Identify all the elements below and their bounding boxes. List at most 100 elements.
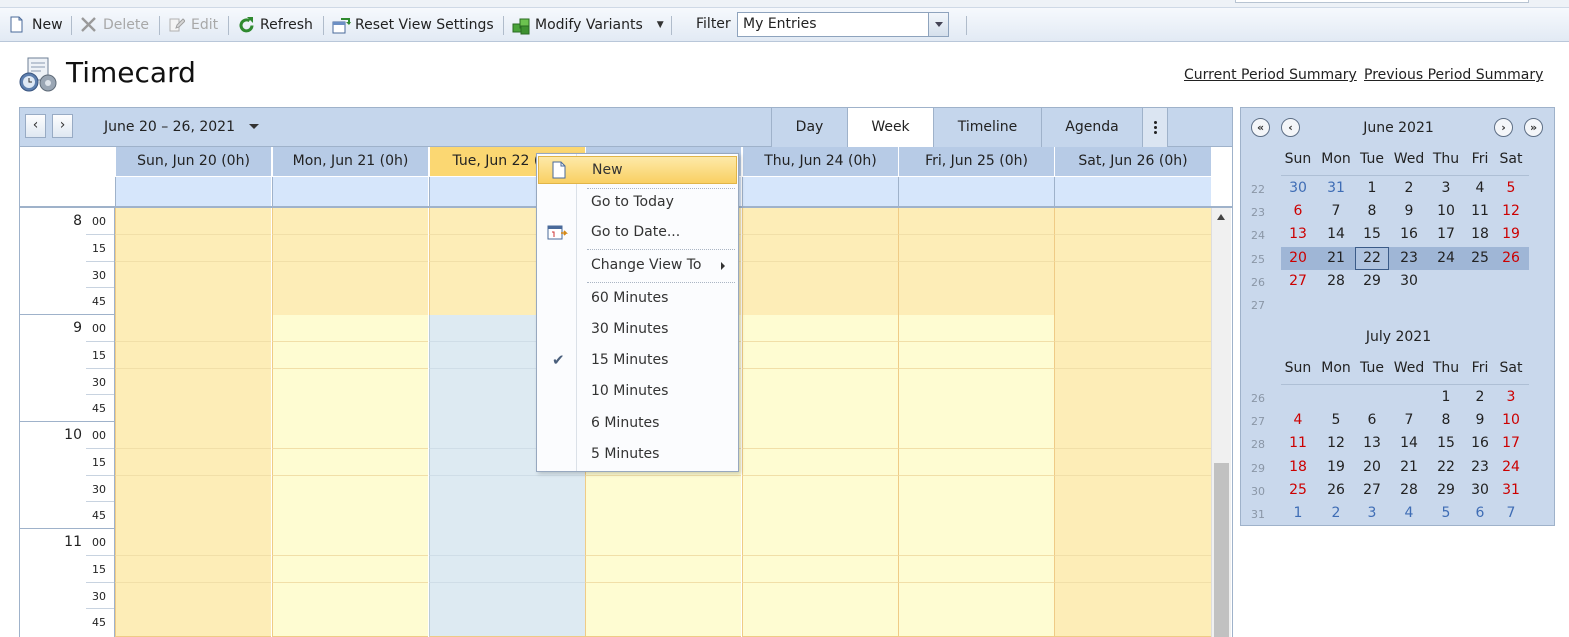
time-slot-cell[interactable] xyxy=(115,502,271,530)
week-number[interactable]: 25 xyxy=(1241,253,1265,266)
time-slot-cell[interactable] xyxy=(898,609,1054,637)
tab-timeline[interactable]: Timeline xyxy=(933,108,1041,147)
calendar-day[interactable]: 4 xyxy=(1281,409,1315,432)
calendar-day[interactable]: 30 xyxy=(1281,177,1315,200)
calendar-day[interactable]: 22 xyxy=(1355,247,1389,270)
time-slot-cell[interactable] xyxy=(1054,341,1211,369)
calendar-day[interactable]: 25 xyxy=(1463,247,1497,270)
time-slot-cell[interactable] xyxy=(742,529,898,557)
refresh-button[interactable]: Refresh xyxy=(237,8,313,41)
time-slot-cell[interactable] xyxy=(429,529,585,557)
tab-week[interactable]: Week xyxy=(847,108,933,147)
calendar-day[interactable]: 19 xyxy=(1494,223,1528,246)
time-slot-cell[interactable] xyxy=(115,475,271,503)
calendar-day[interactable]: 26 xyxy=(1319,479,1353,502)
filter-select[interactable]: My Entries xyxy=(737,12,949,37)
date-range-label[interactable]: June 20 – 26, 2021 xyxy=(104,119,235,135)
menu-item-go-to-today[interactable]: Go to Today xyxy=(538,189,737,217)
time-slot-cell[interactable] xyxy=(272,555,428,583)
time-slot-cell[interactable] xyxy=(1054,502,1211,530)
time-slot-cell[interactable] xyxy=(898,529,1054,557)
time-slot-cell[interactable] xyxy=(1054,395,1211,423)
time-slot-cell[interactable] xyxy=(272,288,428,316)
calendar-day[interactable]: 20 xyxy=(1281,247,1315,270)
calendar-day[interactable]: 15 xyxy=(1355,223,1389,246)
time-slot-cell[interactable] xyxy=(742,234,898,262)
previous-week-button[interactable]: ‹ xyxy=(25,114,46,138)
time-slot-cell[interactable] xyxy=(1054,368,1211,396)
time-slot-cell[interactable] xyxy=(272,261,428,289)
calendar-day[interactable]: 18 xyxy=(1281,456,1315,479)
time-slot-cell[interactable] xyxy=(115,341,271,369)
calendar-day[interactable]: 22 xyxy=(1429,456,1463,479)
top-search-box[interactable] xyxy=(1235,0,1529,3)
time-slot-cell[interactable] xyxy=(898,315,1054,343)
time-slot-cell[interactable] xyxy=(115,395,271,423)
time-slot-cell[interactable] xyxy=(272,315,428,343)
week-number[interactable]: 24 xyxy=(1241,229,1265,242)
time-slot-cell[interactable] xyxy=(1054,582,1211,610)
calendar-day[interactable]: 16 xyxy=(1392,223,1426,246)
calendar-day[interactable]: 14 xyxy=(1392,432,1426,455)
calendar-day[interactable]: 4 xyxy=(1463,177,1497,200)
time-slot-cell[interactable] xyxy=(1054,288,1211,316)
time-slot-cell[interactable] xyxy=(898,341,1054,369)
calendar-day[interactable]: 6 xyxy=(1281,200,1315,223)
menu-item-10-minutes[interactable]: 10 Minutes xyxy=(538,378,737,406)
time-slot-cell[interactable] xyxy=(585,609,741,637)
vertical-scrollbar[interactable] xyxy=(1211,208,1231,637)
time-slot-cell[interactable] xyxy=(115,315,271,343)
new-button[interactable]: New xyxy=(9,8,63,41)
calendar-day[interactable]: 12 xyxy=(1494,200,1528,223)
modify-variants-button[interactable]: Modify Variants ▼ xyxy=(512,8,664,41)
calendar-day[interactable]: 23 xyxy=(1392,247,1426,270)
calendar-day[interactable]: 1 xyxy=(1355,177,1389,200)
calendar-day[interactable]: 17 xyxy=(1494,432,1528,455)
time-slot-cell[interactable] xyxy=(429,502,585,530)
week-number[interactable]: 28 xyxy=(1241,438,1265,451)
scroll-up-arrow-icon[interactable] xyxy=(1217,214,1225,220)
chevron-down-icon[interactable] xyxy=(928,13,948,36)
week-number[interactable]: 29 xyxy=(1241,462,1265,475)
menu-item-6-minutes[interactable]: 6 Minutes xyxy=(538,410,737,438)
calendar-day[interactable]: 5 xyxy=(1319,409,1353,432)
time-slot-cell[interactable] xyxy=(272,529,428,557)
time-slot-cell[interactable] xyxy=(429,475,585,503)
tab-day[interactable]: Day xyxy=(771,108,847,147)
time-slot-cell[interactable] xyxy=(898,368,1054,396)
time-slot-cell[interactable] xyxy=(115,422,271,450)
all-day-cell[interactable] xyxy=(742,177,898,206)
time-slot-cell[interactable] xyxy=(742,448,898,476)
calendar-day[interactable]: 7 xyxy=(1392,409,1426,432)
time-slot-cell[interactable] xyxy=(272,475,428,503)
time-slot-cell[interactable] xyxy=(115,448,271,476)
reset-view-settings-button[interactable]: Reset View Settings xyxy=(332,8,494,41)
time-slot-cell[interactable] xyxy=(115,288,271,316)
calendar-day[interactable]: 31 xyxy=(1494,479,1528,502)
time-slot-cell[interactable] xyxy=(272,448,428,476)
more-options-icon[interactable] xyxy=(1142,108,1168,147)
day-header[interactable]: Sat, Jun 26 (0h) xyxy=(1054,147,1211,176)
time-slot-cell[interactable] xyxy=(272,368,428,396)
time-slot-cell[interactable] xyxy=(1054,475,1211,503)
time-slot-cell[interactable] xyxy=(272,341,428,369)
time-slot-cell[interactable] xyxy=(115,555,271,583)
time-slot-cell[interactable] xyxy=(272,234,428,262)
scrollbar-thumb[interactable] xyxy=(1214,463,1229,637)
calendar-day[interactable]: 5 xyxy=(1494,177,1528,200)
tab-agenda[interactable]: Agenda xyxy=(1041,108,1142,147)
current-period-summary-link[interactable]: Current Period Summary xyxy=(1184,67,1357,83)
time-slot-cell[interactable] xyxy=(898,288,1054,316)
calendar-day[interactable]: 18 xyxy=(1463,223,1497,246)
calendar-day[interactable]: 12 xyxy=(1319,432,1353,455)
calendar-day[interactable]: 26 xyxy=(1494,247,1528,270)
time-slot-cell[interactable] xyxy=(115,529,271,557)
time-slot-cell[interactable] xyxy=(898,448,1054,476)
day-header[interactable]: Sun, Jun 20 (0h) xyxy=(115,147,271,176)
time-slot-cell[interactable] xyxy=(742,422,898,450)
calendar-day[interactable]: 4 xyxy=(1392,502,1426,525)
week-number[interactable]: 26 xyxy=(1241,392,1265,405)
time-slot-cell[interactable] xyxy=(898,234,1054,262)
time-slot-cell[interactable] xyxy=(1054,529,1211,557)
time-slot-cell[interactable] xyxy=(742,395,898,423)
